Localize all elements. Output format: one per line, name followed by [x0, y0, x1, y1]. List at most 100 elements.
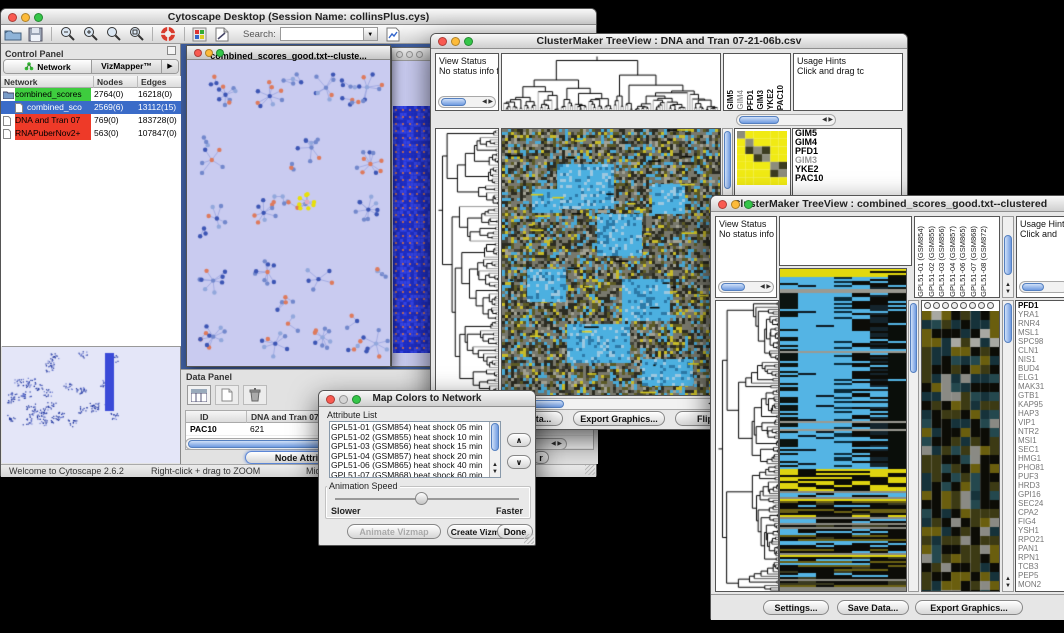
- float-panel-icon[interactable]: [167, 46, 176, 55]
- gene-label[interactable]: NTR2: [1016, 427, 1064, 436]
- close-button[interactable]: [8, 13, 17, 22]
- gene-label[interactable]: ELG1: [1016, 373, 1064, 382]
- network-list-row[interactable]: combined_scores2764(0)16218(0): [1, 88, 181, 101]
- network-list-row[interactable]: RNAPuberNov2+563(0)107847(0): [1, 127, 181, 140]
- main-title-bar[interactable]: Cytoscape Desktop (Session Name: collins…: [1, 9, 596, 25]
- attribute-list-item[interactable]: GPL51-07 (GSM868) heat shock 60 min: [331, 471, 488, 478]
- zoom-in-button[interactable]: [79, 26, 102, 43]
- treeview1-title-bar[interactable]: ClusterMaker TreeView : DNA and Tran 07-…: [431, 34, 907, 49]
- gene-label[interactable]: RPN1: [1016, 553, 1064, 562]
- gene-label[interactable]: YSH1: [1016, 526, 1064, 535]
- column-arrow-icon[interactable]: [960, 302, 967, 309]
- gene-label[interactable]: FIG4: [1016, 517, 1064, 526]
- treeview2-title-bar[interactable]: ClusterMaker TreeView : combined_scores_…: [711, 196, 1064, 212]
- gene-label[interactable]: HMG1: [1016, 454, 1064, 463]
- gene-label[interactable]: HAP3: [1016, 409, 1064, 418]
- zoom-selected-button[interactable]: [102, 26, 125, 43]
- tv2-heatmap[interactable]: [779, 268, 907, 592]
- gene-label[interactable]: PAC10: [793, 174, 901, 183]
- column-label[interactable]: GPL51-08 (GSM872): [979, 226, 990, 297]
- minimize-button[interactable]: [205, 49, 213, 57]
- gene-label[interactable]: PEP5: [1016, 571, 1064, 580]
- tv2-gene-list[interactable]: PFD1YRA1RNR4MSL1SPC98CLN1NIS1BUD4ELG1MAK…: [1015, 300, 1064, 592]
- tv2-heatmap-vscrollbar[interactable]: [908, 300, 919, 592]
- column-arrow-icon[interactable]: [951, 302, 958, 309]
- close-button[interactable]: [326, 395, 335, 404]
- tv2-detail-vscrollbar[interactable]: ▲▼: [1002, 300, 1014, 592]
- gene-label[interactable]: SPC98: [1016, 337, 1064, 346]
- column-label[interactable]: GIM3: [756, 90, 766, 110]
- search-dropdown-button[interactable]: ▼: [364, 27, 378, 41]
- column-label[interactable]: GPL51-04 (GSM857): [948, 226, 959, 297]
- zoom-button[interactable]: [416, 51, 423, 58]
- gene-label[interactable]: PHO81: [1016, 463, 1064, 472]
- column-label[interactable]: GPL51-06 (GSM865): [958, 226, 969, 297]
- zoom-button[interactable]: [352, 395, 361, 404]
- help-button[interactable]: [157, 26, 180, 43]
- column-arrow-icon[interactable]: [933, 302, 940, 309]
- gene-label[interactable]: CLN1: [1016, 346, 1064, 355]
- gene-label[interactable]: PUF3: [1016, 472, 1064, 481]
- network-graph-canvas[interactable]: [187, 60, 390, 366]
- gene-label[interactable]: PFD1: [1016, 301, 1064, 310]
- gene-label[interactable]: MSL1: [1016, 328, 1064, 337]
- vizmapper-button[interactable]: [189, 26, 211, 43]
- minimize-button[interactable]: [21, 13, 30, 22]
- gene-label[interactable]: SEC1: [1016, 445, 1064, 454]
- tv2-row-dendrogram[interactable]: [715, 300, 779, 592]
- gene-label[interactable]: PAN1: [1016, 544, 1064, 553]
- zoom-button[interactable]: [464, 37, 473, 46]
- column-label[interactable]: GPL51-02 (GSM855): [927, 226, 938, 297]
- search-input[interactable]: [280, 27, 364, 41]
- column-arrow-icon[interactable]: [978, 302, 985, 309]
- column-label[interactable]: YKE2: [766, 89, 776, 110]
- column-arrow-icon[interactable]: [987, 302, 994, 309]
- gene-label[interactable]: YRA1: [1016, 310, 1064, 319]
- minimize-button[interactable]: [731, 200, 740, 209]
- minimize-button[interactable]: [406, 51, 413, 58]
- network-list-row[interactable]: combined_sco2569(6)13112(15): [1, 101, 181, 114]
- gene-label[interactable]: GTB1: [1016, 391, 1064, 400]
- tv2-column-dendrogram[interactable]: [779, 216, 912, 266]
- save-session-button[interactable]: [25, 26, 47, 43]
- tv1-export-graphics-button[interactable]: Export Graphics...: [573, 411, 665, 426]
- tab-overflow-button[interactable]: ▶: [162, 60, 178, 73]
- move-up-button[interactable]: ∧: [507, 433, 531, 447]
- tab-network[interactable]: Network: [4, 60, 92, 73]
- minimize-button[interactable]: [451, 37, 460, 46]
- animate-vizmap-button[interactable]: Animate Vizmap: [347, 524, 441, 539]
- create-attribute-button[interactable]: [215, 385, 239, 405]
- network-edit-button[interactable]: [382, 26, 404, 43]
- attribute-list-scrollbar[interactable]: ▲▼: [489, 422, 500, 477]
- dialog-title-bar[interactable]: Map Colors to Network: [319, 391, 535, 407]
- tv2-settings-button[interactable]: Settings...: [763, 600, 829, 615]
- column-label[interactable]: GPL51-03 (GSM856): [937, 226, 948, 297]
- column-label[interactable]: GIM5: [726, 90, 736, 110]
- gene-label[interactable]: MON2: [1016, 580, 1064, 589]
- tv1-summary-scrollbar[interactable]: ◀ ▶: [736, 114, 836, 126]
- gene-label[interactable]: NIS1: [1016, 355, 1064, 364]
- gene-label[interactable]: MSI1: [1016, 436, 1064, 445]
- minimize-button[interactable]: [339, 395, 348, 404]
- tv2-detail-panel[interactable]: [921, 300, 1000, 592]
- attribute-select-button[interactable]: [187, 385, 211, 405]
- gene-label[interactable]: CPA2: [1016, 508, 1064, 517]
- zoom-button[interactable]: [34, 13, 43, 22]
- zoom-fit-button[interactable]: [125, 26, 148, 43]
- zoom-button[interactable]: [216, 49, 224, 57]
- gene-label[interactable]: RNR4: [1016, 319, 1064, 328]
- gene-label[interactable]: VIP1: [1016, 418, 1064, 427]
- open-session-button[interactable]: [1, 26, 25, 43]
- zoom-button[interactable]: [744, 200, 753, 209]
- gene-label[interactable]: BUD4: [1016, 364, 1064, 373]
- column-label[interactable]: GPL51-01 (GSM854): [916, 226, 927, 297]
- column-label[interactable]: PFD1: [746, 90, 756, 110]
- gene-label[interactable]: MAK31: [1016, 382, 1064, 391]
- gene-label[interactable]: SEC24: [1016, 499, 1064, 508]
- column-arrow-icon[interactable]: [969, 302, 976, 309]
- column-label[interactable]: GIM4: [736, 90, 746, 110]
- zoom-out-button[interactable]: [56, 26, 79, 43]
- close-button[interactable]: [396, 51, 403, 58]
- tab-vizmapper[interactable]: VizMapper™: [92, 60, 162, 73]
- network-list-row[interactable]: DNA and Tran 07769(0)183728(0): [1, 114, 181, 127]
